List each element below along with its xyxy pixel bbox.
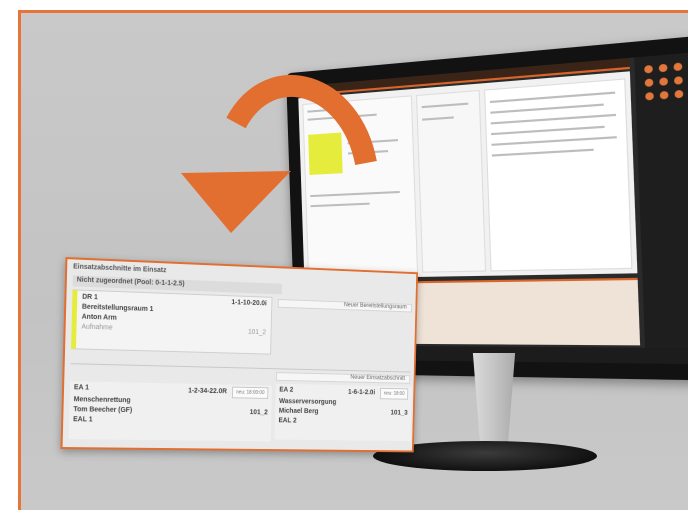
card-line4: EAL 1 [73, 416, 93, 424]
status-badge: neu: 18:00 [380, 387, 409, 400]
section-divider [70, 363, 411, 373]
app-side-panel [634, 49, 688, 349]
card-line4: EAL 2 [278, 417, 297, 425]
image-frame: Einsatzabschnitte im Einsatz Nicht zugeo… [18, 10, 688, 510]
status-badge: neu: 18:00:00 [232, 386, 269, 399]
card-name: EA 1 [73, 384, 90, 392]
app-right-column [484, 78, 633, 272]
card-name: EA 2 [279, 386, 294, 394]
curved-arrow-icon [181, 75, 377, 233]
new-bereitstellungsraum-button[interactable]: Neuer Bereitstellungsraum [277, 299, 413, 313]
card-ref: 101_2 [247, 328, 267, 337]
app-middle-column [416, 89, 487, 273]
new-einsatzabschnitt-button[interactable]: Neuer Einsatzabschnitt [275, 372, 411, 384]
panel-title: Einsatzabschnitte im Einsatz [73, 263, 167, 275]
einsatzabschnitte-panel: Einsatzabschnitte im Einsatz Nicht zugeo… [60, 257, 419, 453]
einsatzabschnitt-card-1[interactable]: EA 1 1-2-34-22.0R neu: 18:00:00 Menschen… [68, 381, 273, 442]
card-name: DR 1 [82, 293, 98, 302]
card-ref: 101_2 [249, 409, 268, 417]
card-code: 1-2-34-22.0R [188, 387, 228, 396]
card-status: Aufnahme [81, 323, 113, 332]
card-code: 1-6-1-2.0i [348, 389, 376, 397]
card-code: 1-1-10-20.0i [231, 299, 267, 308]
einsatzabschnitt-card-2[interactable]: EA 2 1-6-1-2.0i neu: 18:00 Wasserversorg… [274, 383, 412, 442]
card-ref: 101_3 [390, 409, 408, 417]
bereitstellungsraum-card[interactable]: DR 1 1-1-10-20.0i Bereitstellungsraum 1 … [71, 289, 273, 355]
card-line3: Michael Berg [278, 407, 319, 416]
